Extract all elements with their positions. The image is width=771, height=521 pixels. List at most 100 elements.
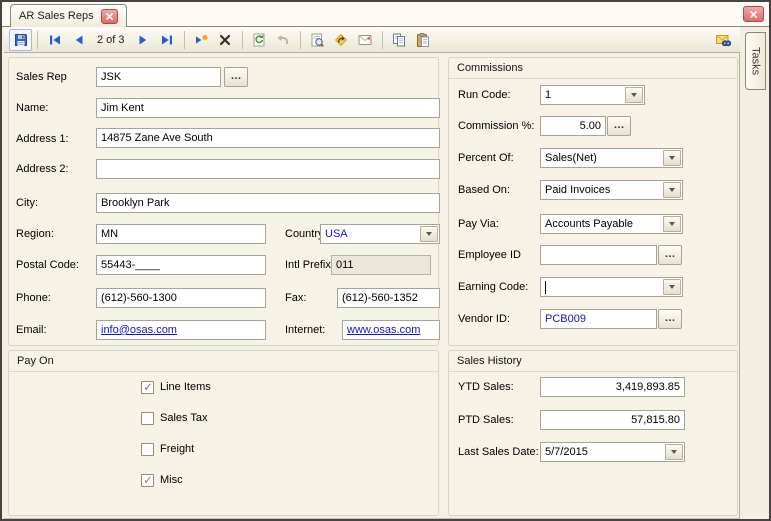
last-record-button[interactable] (156, 29, 179, 51)
next-record-icon (135, 32, 151, 48)
pay-on-freight[interactable]: Freight (141, 442, 194, 456)
mail-search-icon (715, 32, 731, 48)
chevron-down-icon[interactable] (663, 150, 681, 166)
commission-pct-label: Commission %: (458, 120, 534, 132)
employee-id-input[interactable] (540, 245, 657, 265)
country-value: USA (325, 228, 348, 240)
tab-ar-sales-reps[interactable]: AR Sales Reps (10, 4, 127, 27)
chevron-down-icon[interactable] (420, 226, 438, 242)
employee-id-label: Employee ID (458, 249, 521, 261)
fax-input[interactable] (337, 288, 440, 308)
previous-record-icon (71, 32, 87, 48)
tab-close-button[interactable] (101, 9, 118, 24)
first-record-button[interactable] (43, 29, 66, 51)
chevron-down-icon[interactable] (625, 87, 643, 103)
pay-via-select[interactable]: Accounts Payable (540, 214, 683, 234)
pay-on-panel: Pay On Line Items Sales Tax Freight Misc (8, 350, 439, 516)
last-record-icon (159, 32, 175, 48)
new-record-button[interactable] (190, 29, 213, 51)
toolbar: 2 of 3 (4, 27, 740, 53)
refresh-button[interactable] (248, 29, 271, 51)
phone-label: Phone: (16, 292, 51, 304)
chevron-down-icon[interactable] (663, 182, 681, 198)
checkbox-label: Misc (160, 474, 183, 486)
region-input[interactable] (96, 224, 266, 244)
ptd-sales-input[interactable] (540, 410, 685, 430)
employee-id-lookup-button[interactable]: … (658, 245, 682, 265)
checkbox-icon[interactable] (141, 412, 154, 425)
address2-input[interactable] (96, 159, 440, 179)
email-icon (357, 32, 373, 48)
run-code-select[interactable]: 1 (540, 85, 645, 105)
checkbox-icon[interactable] (141, 381, 154, 394)
delete-icon (217, 32, 233, 48)
paste-icon (415, 32, 431, 48)
pay-on-sales-tax[interactable]: Sales Tax (141, 411, 208, 425)
sales-rep-lookup-button[interactable]: … (224, 67, 248, 87)
email-button[interactable] (354, 29, 377, 51)
internet-field[interactable]: www.osas.com (342, 320, 440, 340)
pay-via-label: Pay Via: (458, 218, 499, 230)
region-label: Region: (16, 228, 54, 240)
chevron-down-icon[interactable] (665, 444, 683, 460)
mail-search-button[interactable] (711, 29, 734, 51)
based-on-select[interactable]: Paid Invoices (540, 180, 683, 200)
phone-input[interactable] (96, 288, 266, 308)
country-select[interactable]: USA (320, 224, 440, 244)
address2-label: Address 2: (16, 163, 69, 175)
toolbar-separator (300, 31, 301, 49)
internet-label: Internet: (285, 324, 325, 336)
copy-button[interactable] (388, 29, 411, 51)
ytd-sales-input[interactable] (540, 377, 685, 397)
fax-label: Fax: (285, 292, 306, 304)
name-input[interactable] (96, 98, 440, 118)
pay-on-misc[interactable]: Misc (141, 473, 183, 487)
previous-record-button[interactable] (67, 29, 90, 51)
chevron-down-icon[interactable] (663, 279, 681, 295)
pay-on-line-items[interactable]: Line Items (141, 380, 211, 394)
address1-input[interactable] (96, 128, 440, 148)
commissions-title: Commissions (449, 58, 737, 79)
ytd-sales-label: YTD Sales: (458, 381, 514, 393)
percent-of-select[interactable]: Sales(Net) (540, 148, 683, 168)
toolbar-separator (184, 31, 185, 49)
paste-button[interactable] (412, 29, 435, 51)
city-input[interactable] (96, 193, 440, 213)
percent-of-label: Percent Of: (458, 152, 514, 164)
ptd-sales-label: PTD Sales: (458, 414, 514, 426)
checkbox-icon[interactable] (141, 474, 154, 487)
undo-icon (275, 32, 291, 48)
toolbar-separator (37, 31, 38, 49)
first-record-icon (47, 32, 63, 48)
email-field[interactable]: info@osas.com (96, 320, 266, 340)
commissions-panel: Commissions Run Code: 1 Commission %: … … (448, 57, 738, 346)
checkbox-label: Sales Tax (160, 412, 208, 424)
close-icon (749, 10, 758, 19)
earning-code-select[interactable] (540, 277, 683, 297)
internet-link[interactable]: www.osas.com (347, 324, 420, 336)
delete-record-button[interactable] (214, 29, 237, 51)
postal-code-input[interactable] (96, 255, 266, 275)
email-link[interactable]: info@osas.com (101, 324, 177, 336)
save-button[interactable] (9, 29, 32, 51)
chevron-down-icon[interactable] (663, 216, 681, 232)
undo-button[interactable] (272, 29, 295, 51)
commission-pct-input[interactable] (540, 116, 606, 136)
next-record-button[interactable] (132, 29, 155, 51)
name-label: Name: (16, 102, 48, 114)
goto-button[interactable] (330, 29, 353, 51)
checkbox-icon[interactable] (141, 443, 154, 456)
tasks-tab[interactable]: Tasks (745, 32, 766, 90)
text-caret (545, 281, 546, 294)
window-close-button[interactable] (743, 6, 764, 22)
checkbox-label: Freight (160, 443, 194, 455)
print-preview-button[interactable] (306, 29, 329, 51)
last-sales-date-select[interactable]: 5/7/2015 (540, 442, 685, 462)
toolbar-separator (382, 31, 383, 49)
vendor-id-input[interactable] (540, 309, 657, 329)
address-panel: Sales Rep … Name: Address 1: Address 2: … (8, 57, 439, 346)
sales-rep-input[interactable] (96, 67, 221, 87)
commission-pct-lookup-button[interactable]: … (607, 116, 631, 136)
pay-on-title: Pay On (9, 351, 438, 372)
vendor-id-lookup-button[interactable]: … (658, 309, 682, 329)
